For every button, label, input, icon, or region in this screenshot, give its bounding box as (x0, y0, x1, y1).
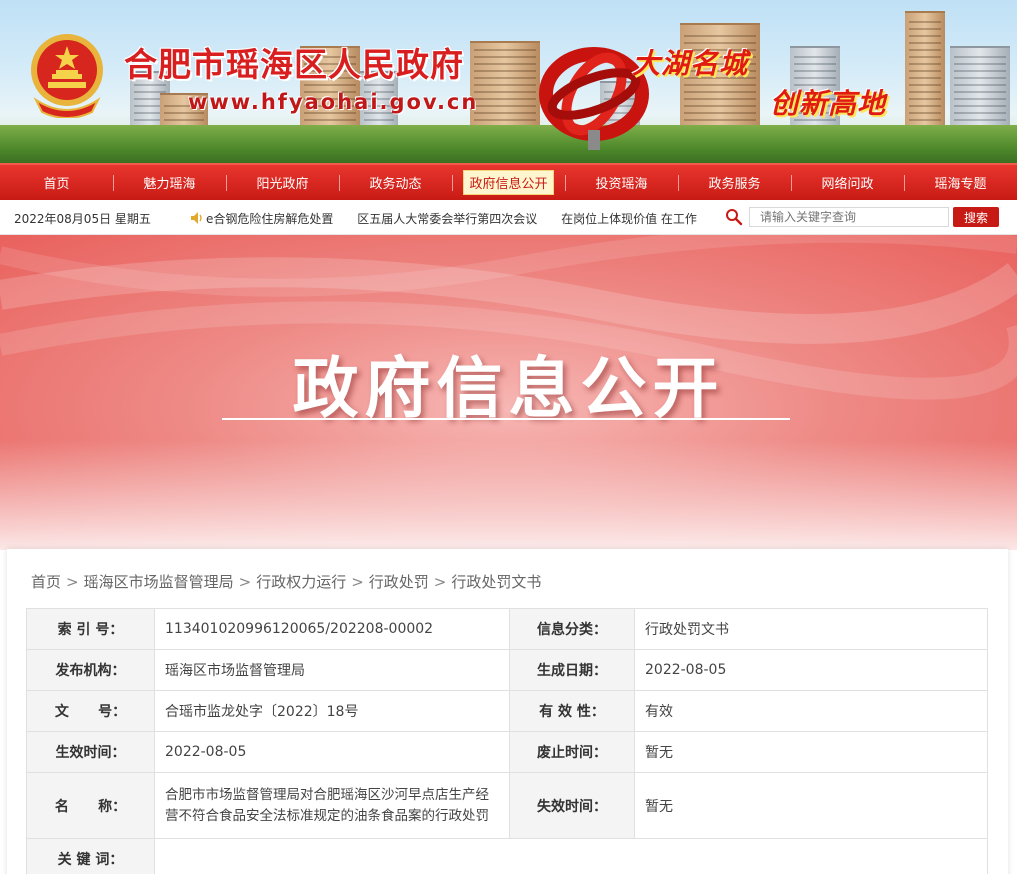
breadcrumb-power[interactable]: 行政权力运行 (256, 573, 346, 591)
meta-value-category: 行政处罚文书 (634, 608, 988, 650)
search-input[interactable] (749, 207, 949, 227)
ticker-item[interactable]: 在岗位上体现价值 在工作 (561, 212, 697, 226)
building (680, 23, 760, 141)
meta-label-doc-no: 文 号： (26, 690, 155, 732)
meta-value-doc-no: 合瑶市监龙处字〔2022〕18号 (154, 690, 510, 732)
meta-label-index: 索 引 号： (26, 608, 155, 650)
ticker-item[interactable]: e合钢危险住房解危处置 (206, 212, 333, 226)
ticker-item[interactable]: 区五届人大常委会举行第四次会议 (357, 212, 537, 226)
news-ticker: e合钢危险住房解危处置 区五届人大常委会举行第四次会议 在岗位上体现价值 在工作 (206, 210, 706, 227)
meta-value-publisher: 瑶海区市场监督管理局 (154, 649, 510, 691)
banner-title: 政府信息公开 (292, 350, 725, 427)
breadcrumb-separator: > (351, 573, 364, 591)
meta-label-created: 生成日期： (509, 649, 635, 691)
nav-item-charm[interactable]: 魅力瑶海 (113, 165, 226, 200)
meta-label-expire: 失效时间： (509, 772, 635, 839)
table-row: 发布机构： 瑶海区市场监督管理局 生成日期： 2022-08-05 (26, 649, 988, 691)
nav-item-invest[interactable]: 投资瑶海 (565, 165, 678, 200)
nav-item-online-inquiry[interactable]: 网络问政 (791, 165, 904, 200)
meta-label-keywords: 关 键 词： (26, 838, 155, 874)
breadcrumb-home[interactable]: 首页 (31, 573, 61, 591)
search-button[interactable]: 搜索 (953, 207, 999, 227)
meta-value-expire: 暂无 (634, 772, 988, 839)
table-row: 生效时间： 2022-08-05 废止时间： 暂无 (26, 731, 988, 773)
breadcrumb-penalty[interactable]: 行政处罚 (369, 573, 429, 591)
current-date: 2022年08月05日 星期五 (14, 212, 151, 226)
meta-value-effective: 2022-08-05 (154, 731, 510, 773)
nav-item-info-disclosure[interactable]: 政府信息公开 (452, 165, 565, 200)
meta-label-name: 名 称： (26, 772, 155, 839)
meta-value-abolish: 暂无 (634, 731, 988, 773)
content-panel: 首页 > 瑶海区市场监督管理局 > 行政权力运行 > 行政处罚 > 行政处罚文书 索 引 号： … (7, 549, 1008, 874)
nav-item-services[interactable]: 政务服务 (678, 165, 791, 200)
search-icon (726, 209, 743, 226)
table-row: 名 称： 合肥市市场监督管理局对合肥瑶海区沙河早点店生产经营不符合食品安全法标准… (26, 772, 988, 839)
meta-value-keywords (154, 838, 988, 874)
nav-item-news[interactable]: 政务动态 (339, 165, 452, 200)
building (905, 11, 945, 141)
meta-label-effective: 生效时间： (26, 731, 155, 773)
breadcrumb-bureau[interactable]: 瑶海区市场监督管理局 (84, 573, 234, 591)
meta-label-abolish: 废止时间： (509, 731, 635, 773)
page-banner: 政府信息公开 (0, 235, 1017, 550)
table-row: 文 号： 合瑶市监龙处字〔2022〕18号 有 效 性： 有效 (26, 690, 988, 732)
breadcrumb: 首页 > 瑶海区市场监督管理局 > 行政权力运行 > 行政处罚 > 行政处罚文书 (31, 571, 541, 592)
breadcrumb-separator: > (238, 573, 252, 591)
meta-value-name: 合肥市市场监督管理局对合肥瑶海区沙河早点店生产经营不符合食品安全法标准规定的油条… (154, 772, 510, 839)
meta-label-validity: 有 效 性： (509, 690, 635, 732)
nav-item-topics[interactable]: 瑶海专题 (904, 165, 1017, 200)
national-emblem-icon (31, 34, 103, 118)
banner-underline (222, 418, 790, 420)
site-title[interactable]: 合肥市瑶海区人民政府 (124, 38, 464, 86)
greenery (0, 125, 1017, 163)
breadcrumb-documents[interactable]: 行政处罚文书 (451, 573, 541, 591)
breadcrumb-separator: > (433, 573, 447, 591)
meta-label-category: 信息分类： (509, 608, 635, 650)
meta-value-validity: 有效 (634, 690, 988, 732)
site-header: 合肥市瑶海区人民政府 www.hfyaohai.gov.cn 大湖名城 创新高地 (0, 0, 1017, 163)
slogan-line2: 创新高地 (770, 87, 887, 120)
breadcrumb-separator: > (66, 573, 79, 591)
main-nav: 首页 魅力瑶海 阳光政府 政务动态 政府信息公开 投资瑶海 政务服务 网络问政 … (0, 163, 1017, 200)
nav-item-home[interactable]: 首页 (0, 165, 113, 200)
meta-value-index: 11340102099612006​5/202208-00002 (154, 608, 510, 650)
document-meta-table: 索 引 号： 11340102099612006​5/202208-00002 … (26, 608, 988, 874)
speaker-icon (191, 212, 202, 224)
meta-label-publisher: 发布机构： (26, 649, 155, 691)
slogan-line1: 大湖名城 (632, 47, 749, 80)
nav-item-sunshine-gov[interactable]: 阳光政府 (226, 165, 339, 200)
meta-value-created: 2022-08-05 (634, 649, 988, 691)
table-row: 索 引 号： 11340102099612006​5/202208-00002 … (26, 608, 988, 650)
table-row: 关 键 词： (26, 838, 988, 874)
site-url: www.hfyaohai.gov.cn (188, 90, 479, 114)
banner-fade (0, 440, 1017, 550)
